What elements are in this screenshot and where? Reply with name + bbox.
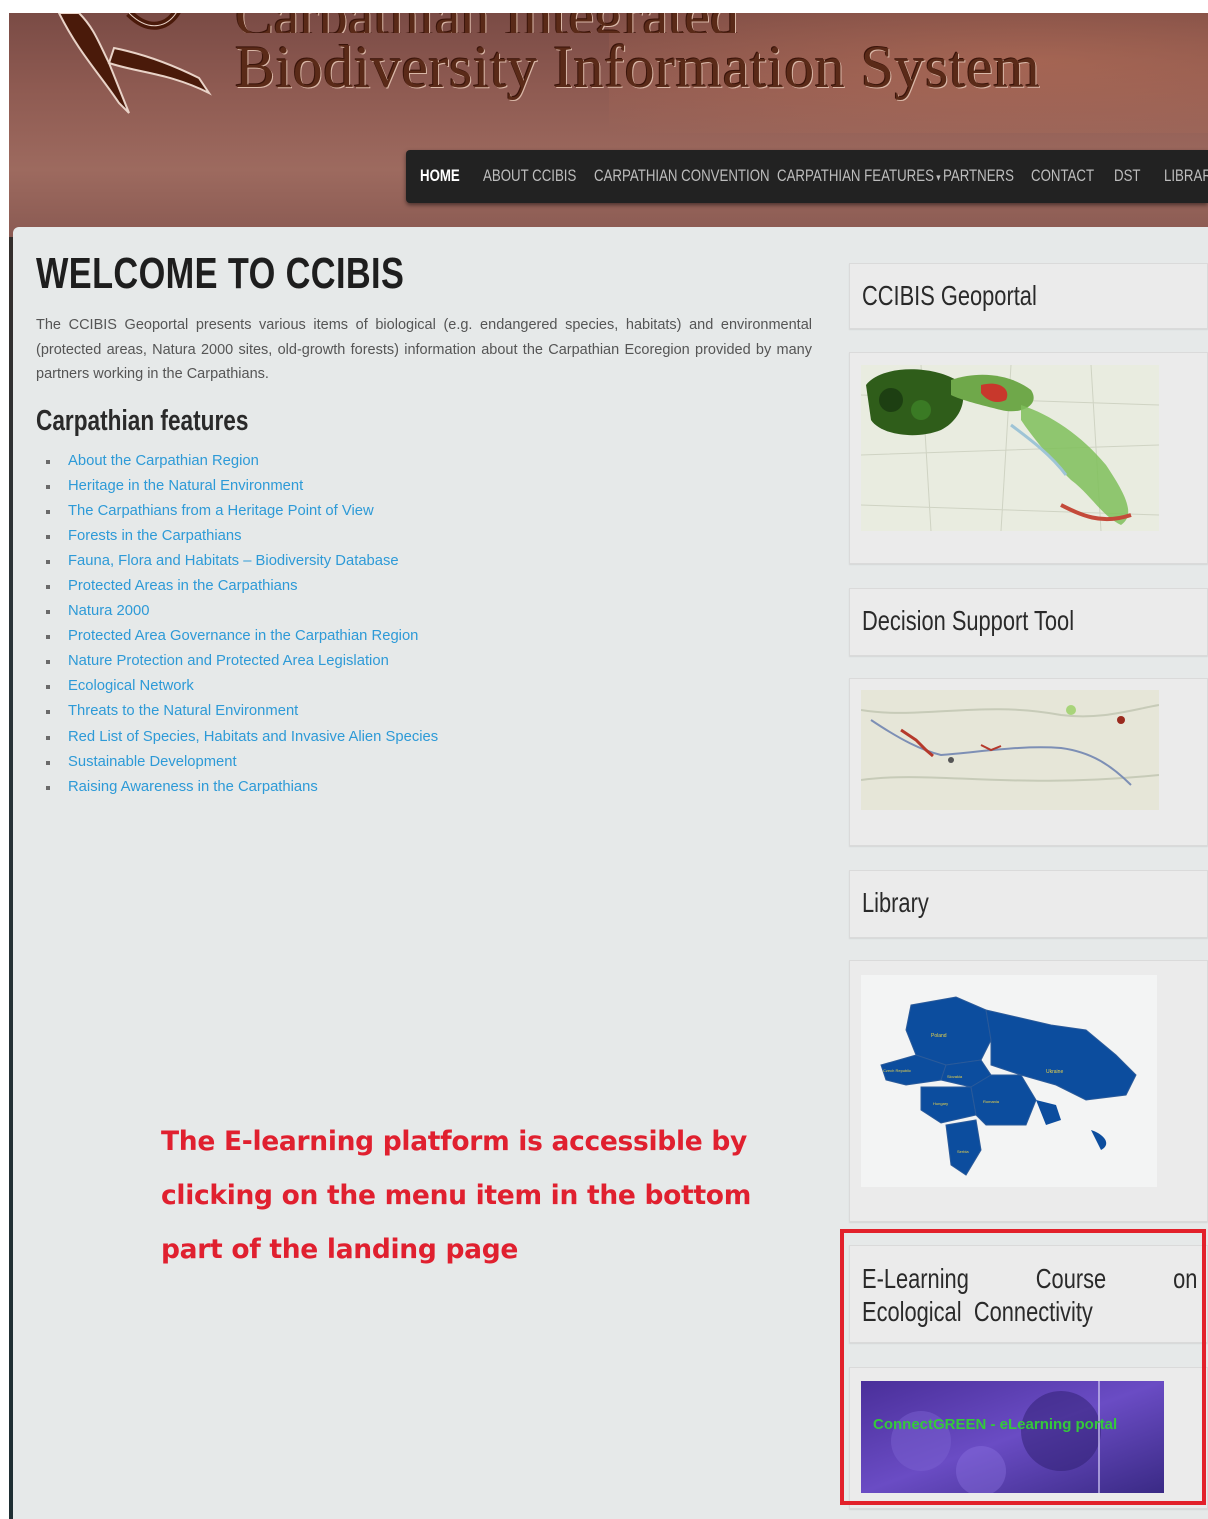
nav-item-partners[interactable]: Partners — [943, 166, 1014, 186]
main-navigation: Home About CCIBIS Carpathian Convention … — [406, 150, 1208, 203]
widget-elearning-header: E-Learning Course on Ecological Connecti… — [849, 1245, 1208, 1343]
nav-item-carpathian-convention[interactable]: Carpathian Convention — [594, 166, 770, 186]
map-label: Slovakia — [947, 1074, 963, 1079]
widget-library-header: Library — [849, 870, 1208, 938]
features-list: About the Carpathian Region Heritage in … — [36, 449, 812, 800]
widget-geoportal-header: CCIBIS Geoportal — [849, 263, 1208, 329]
logo-icon[interactable] — [39, 13, 229, 143]
list-item: About the Carpathian Region — [46, 449, 812, 474]
chevron-down-icon: ▾ — [936, 172, 941, 184]
feature-link[interactable]: Sustainable Development — [68, 754, 237, 770]
feature-link[interactable]: Natura 2000 — [68, 603, 149, 619]
list-item: Ecological Network — [46, 674, 812, 699]
list-item: Natura 2000 — [46, 599, 812, 624]
map-label: Ukraine — [1046, 1069, 1063, 1075]
list-item: Sustainable Development — [46, 750, 812, 775]
feature-link[interactable]: The Carpathians from a Heritage Point of… — [68, 503, 374, 519]
widget-dst-header: Decision Support Tool — [849, 588, 1208, 656]
intro-paragraph: The CCIBIS Geoportal presents various it… — [36, 317, 812, 382]
widget-title-elearning[interactable]: E-Learning Course on Ecological Connecti… — [862, 1262, 1197, 1328]
nav-item-carpathian-features[interactable]: Carpathian Features ▾ — [777, 166, 941, 186]
map-label: Serbia — [957, 1149, 969, 1154]
feature-link[interactable]: Fauna, Flora and Habitats – Biodiversity… — [68, 553, 399, 569]
site-title-line2: Biodiversity Information System — [235, 34, 1041, 100]
feature-link[interactable]: Red List of Species, Habitats and Invasi… — [68, 729, 438, 745]
annotation-note: The E-learning platform is accessible by… — [161, 1126, 752, 1265]
elearning-banner-text: ConnectGREEN - eLearning portal — [873, 1416, 1117, 1433]
nav-item-library[interactable]: Librar — [1164, 166, 1208, 186]
site-title[interactable]: Carpathian Integrated Biodiversity Infor… — [235, 13, 1205, 101]
map-label: Czech Republic — [883, 1068, 911, 1073]
elearning-banner-image[interactable]: ConnectGREEN - eLearning portal — [861, 1381, 1164, 1493]
list-item: Raising Awareness in the Carpathians — [46, 775, 812, 800]
list-item: Fauna, Flora and Habitats – Biodiversity… — [46, 549, 812, 574]
library-map-image[interactable]: Poland Czech Republic Slovakia Ukraine H… — [861, 975, 1157, 1187]
site-header: Carpathian Integrated Biodiversity Infor… — [9, 13, 1208, 237]
widget-geoportal-image — [849, 352, 1208, 564]
dst-map-image[interactable] — [861, 690, 1159, 810]
list-item: Red List of Species, Habitats and Invasi… — [46, 725, 812, 750]
features-heading: Carpathian features — [36, 404, 249, 437]
widget-elearning-image: ConnectGREEN - eLearning portal — [849, 1367, 1208, 1509]
feature-link[interactable]: Heritage in the Natural Environment — [68, 478, 303, 494]
list-item: Nature Protection and Protected Area Leg… — [46, 649, 812, 674]
content-area: WELCOME TO CCIBIS The CCIBIS Geoportal p… — [13, 227, 1208, 1519]
list-item: Threats to the Natural Environment — [46, 699, 812, 724]
feature-link[interactable]: Raising Awareness in the Carpathians — [68, 779, 318, 795]
nav-item-carpathian-features-label: Carpathian Features — [777, 166, 934, 185]
widget-dst-image — [849, 678, 1208, 846]
nav-item-about-ccibis[interactable]: About CCIBIS — [483, 166, 576, 186]
widget-title-dst[interactable]: Decision Support Tool — [862, 605, 1074, 637]
widget-library-image: Poland Czech Republic Slovakia Ukraine H… — [849, 960, 1208, 1222]
map-label: Romania — [983, 1099, 1000, 1104]
widget-title-geoportal[interactable]: CCIBIS Geoportal — [862, 280, 1037, 312]
nav-item-home[interactable]: Home — [420, 166, 460, 186]
list-item: Heritage in the Natural Environment — [46, 474, 812, 499]
list-item: The Carpathians from a Heritage Point of… — [46, 499, 812, 524]
feature-link[interactable]: Protected Areas in the Carpathians — [68, 578, 298, 594]
feature-link[interactable]: Forests in the Carpathians — [68, 528, 242, 544]
site-title-line1: Carpathian Integrated — [235, 13, 1205, 33]
feature-link[interactable]: Nature Protection and Protected Area Leg… — [68, 653, 389, 669]
feature-link[interactable]: Protected Area Governance in the Carpath… — [68, 628, 418, 644]
page-frame: Carpathian Integrated Biodiversity Infor… — [9, 13, 1208, 1519]
feature-link[interactable]: Ecological Network — [68, 678, 194, 694]
map-label: Poland — [931, 1033, 947, 1039]
main-column: WELCOME TO CCIBIS The CCIBIS Geoportal p… — [36, 249, 812, 800]
widget-title-library[interactable]: Library — [862, 887, 929, 919]
map-label: Hungary — [933, 1101, 948, 1106]
feature-link[interactable]: About the Carpathian Region — [68, 453, 259, 469]
list-item: Protected Areas in the Carpathians — [46, 574, 812, 599]
nav-item-dst[interactable]: DST — [1114, 166, 1141, 186]
list-item: Protected Area Governance in the Carpath… — [46, 624, 812, 649]
geoportal-map-image[interactable] — [861, 365, 1159, 531]
feature-link[interactable]: Threats to the Natural Environment — [68, 703, 298, 719]
list-item: Forests in the Carpathians — [46, 524, 812, 549]
nav-item-contact[interactable]: Contact — [1031, 166, 1094, 186]
page-title: WELCOME TO CCIBIS — [36, 249, 405, 298]
